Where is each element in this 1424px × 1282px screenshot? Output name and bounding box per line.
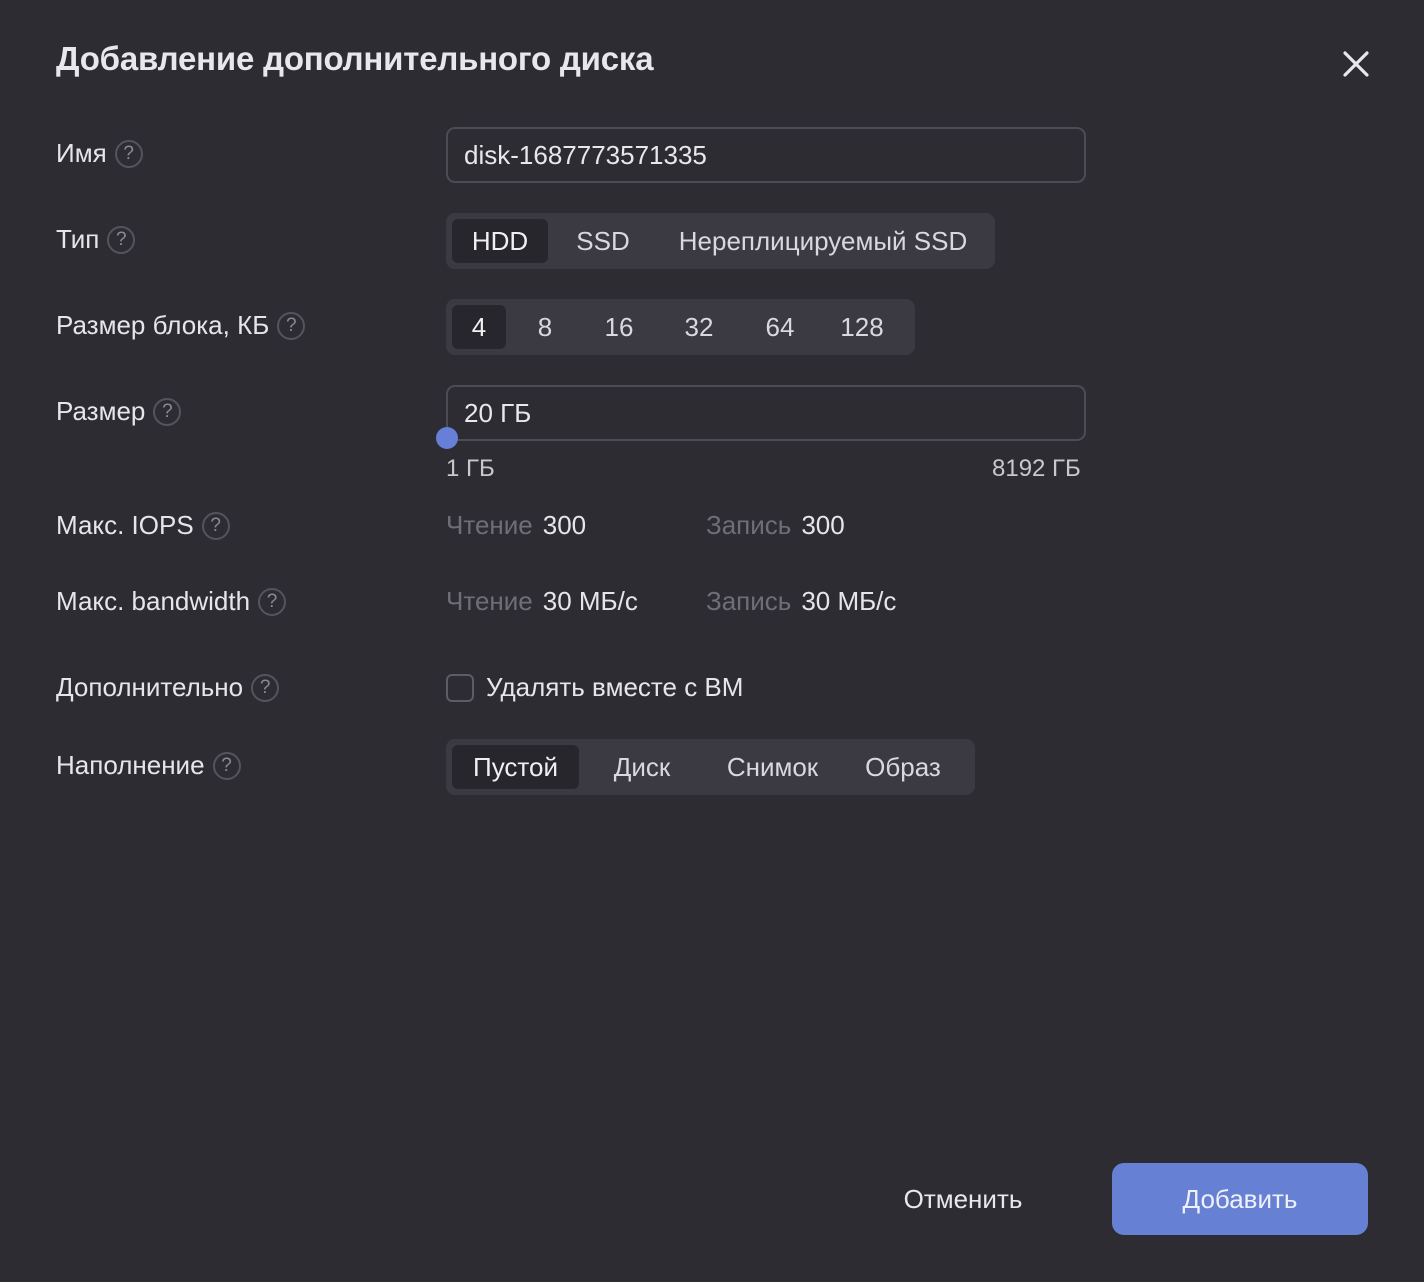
dialog-title: Добавление дополнительного диска (56, 40, 654, 77)
iops-read-value: 300 (542, 510, 587, 540)
block-size-help-icon[interactable]: ? (277, 311, 306, 340)
fill-option-snapshot[interactable]: Снимок (705, 745, 840, 789)
bandwidth-read-label: Чтение (446, 586, 533, 616)
add-button[interactable]: Добавить (1112, 1163, 1368, 1235)
size-max-label: 8192 ГБ (992, 455, 1081, 482)
name-label-row: Имя ? (56, 138, 143, 169)
iops-write: Запись 300 (706, 510, 845, 541)
delete-with-vm-checkbox-row[interactable]: Удалять вместе с ВМ (446, 672, 743, 703)
delete-with-vm-checkbox[interactable] (446, 673, 474, 702)
additional-help-icon[interactable]: ? (251, 673, 280, 702)
fill-help-icon[interactable]: ? (212, 751, 241, 780)
iops-label: Макс. IOPS (56, 510, 194, 540)
type-label: Тип (56, 224, 100, 254)
bandwidth-write-value: 30 МБ/с (801, 586, 897, 616)
bandwidth-label: Макс. bandwidth (56, 586, 251, 616)
type-segmented-control: HDD SSD Нереплицируемый SSD (446, 213, 995, 269)
name-input-value: disk-1687773571335 (464, 139, 707, 170)
delete-with-vm-label[interactable]: Удалять вместе с ВМ (486, 672, 743, 703)
additional-label-row: Дополнительно ? (56, 672, 280, 703)
block-size-option-4[interactable]: 4 (452, 305, 506, 349)
fill-segmented-control: Пустой Диск Снимок Образ (446, 739, 975, 795)
bandwidth-write: Запись 30 МБ/с (706, 586, 896, 617)
additional-label: Дополнительно (56, 672, 244, 702)
bandwidth-help-icon[interactable]: ? (258, 587, 287, 616)
iops-read-label: Чтение (446, 510, 533, 540)
block-size-label-row: Размер блока, КБ ? (56, 310, 306, 341)
block-size-segmented-control: 4 8 16 32 64 128 (446, 299, 915, 355)
size-slider-thumb[interactable] (436, 427, 458, 449)
size-input[interactable]: 20 ГБ (446, 385, 1086, 441)
iops-read: Чтение 300 (446, 510, 586, 541)
size-help-icon[interactable]: ? (153, 397, 182, 426)
bandwidth-read-value: 30 МБ/с (542, 586, 638, 616)
bandwidth-read: Чтение 30 МБ/с (446, 586, 638, 617)
size-min-label: 1 ГБ (446, 455, 495, 482)
fill-label-row: Наполнение ? (56, 750, 241, 781)
fill-option-empty[interactable]: Пустой (452, 745, 579, 789)
block-size-option-128[interactable]: 128 (816, 305, 908, 349)
type-option-nonreplicated-ssd[interactable]: Нереплицируемый SSD (658, 219, 988, 263)
name-label: Имя (56, 138, 107, 168)
size-label-row: Размер ? (56, 396, 182, 427)
size-label: Размер (56, 396, 146, 426)
cancel-button[interactable]: Отменить (880, 1163, 1046, 1235)
add-disk-dialog: Добавление дополнительного диска Имя ? d… (0, 0, 1424, 1282)
type-option-ssd[interactable]: SSD (548, 219, 658, 263)
type-label-row: Тип ? (56, 224, 136, 255)
block-size-label: Размер блока, КБ (56, 310, 270, 340)
block-size-option-64[interactable]: 64 (744, 305, 816, 349)
bandwidth-label-row: Макс. bandwidth ? (56, 586, 287, 617)
iops-help-icon[interactable]: ? (201, 511, 230, 540)
type-help-icon[interactable]: ? (107, 225, 136, 254)
fill-label: Наполнение (56, 750, 205, 780)
close-icon[interactable] (1336, 44, 1376, 84)
bandwidth-write-label: Запись (706, 586, 792, 616)
block-size-option-8[interactable]: 8 (506, 305, 584, 349)
iops-write-label: Запись (706, 510, 792, 540)
type-option-hdd[interactable]: HDD (452, 219, 548, 263)
name-input[interactable]: disk-1687773571335 (446, 127, 1086, 183)
iops-label-row: Макс. IOPS ? (56, 510, 230, 541)
name-help-icon[interactable]: ? (114, 139, 143, 168)
block-size-option-16[interactable]: 16 (584, 305, 654, 349)
block-size-option-32[interactable]: 32 (654, 305, 744, 349)
iops-write-value: 300 (801, 510, 845, 540)
fill-option-disk[interactable]: Диск (579, 745, 705, 789)
fill-option-image[interactable]: Образ (840, 745, 966, 789)
size-input-value: 20 ГБ (464, 397, 532, 428)
